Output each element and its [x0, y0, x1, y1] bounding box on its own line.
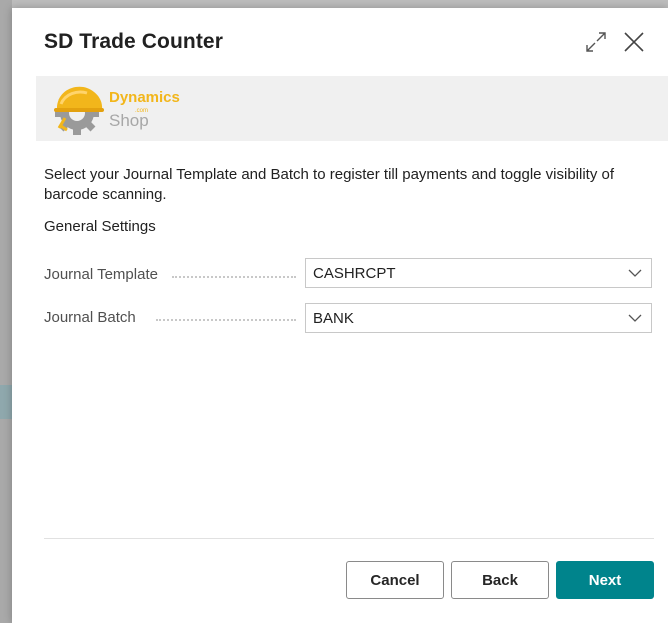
journal-batch-label: Journal Batch	[44, 309, 136, 326]
back-button[interactable]: Back	[451, 561, 549, 599]
journal-batch-select[interactable]: BANK	[305, 303, 652, 333]
background-page-edge	[0, 0, 12, 623]
journal-template-label: Journal Template	[44, 266, 158, 283]
close-button[interactable]	[620, 28, 648, 56]
cancel-button[interactable]: Cancel	[346, 561, 444, 599]
journal-template-value: CASHRCPT	[313, 265, 396, 282]
dialog-title: SD Trade Counter	[44, 30, 223, 53]
journal-template-select[interactable]: CASHRCPT	[305, 258, 652, 288]
logo-wordmark-dynamics: Dynamics	[109, 89, 180, 106]
journal-batch-value: BANK	[313, 310, 354, 327]
brand-banner: Dynamics .com Shop	[36, 76, 668, 141]
logo-wordmark-shop: Shop	[109, 111, 149, 130]
background-accent-block	[0, 385, 12, 419]
field-leader-dots	[172, 276, 296, 278]
field-leader-dots	[156, 319, 296, 321]
chevron-down-icon	[628, 314, 642, 322]
chevron-down-icon	[628, 269, 642, 277]
close-icon	[624, 32, 644, 52]
dynamics-shop-logo: Dynamics .com Shop	[51, 82, 201, 136]
footer-divider	[44, 538, 654, 539]
trade-counter-dialog: SD Trade Counter Dynamics .com Shop Sele…	[12, 8, 668, 623]
next-button[interactable]: Next	[556, 561, 654, 599]
gear-helmet-icon	[54, 86, 104, 135]
section-heading-general-settings: General Settings	[44, 218, 156, 235]
expand-button[interactable]	[582, 28, 610, 56]
dialog-description: Select your Journal Template and Batch t…	[44, 166, 615, 203]
expand-icon	[586, 32, 606, 52]
